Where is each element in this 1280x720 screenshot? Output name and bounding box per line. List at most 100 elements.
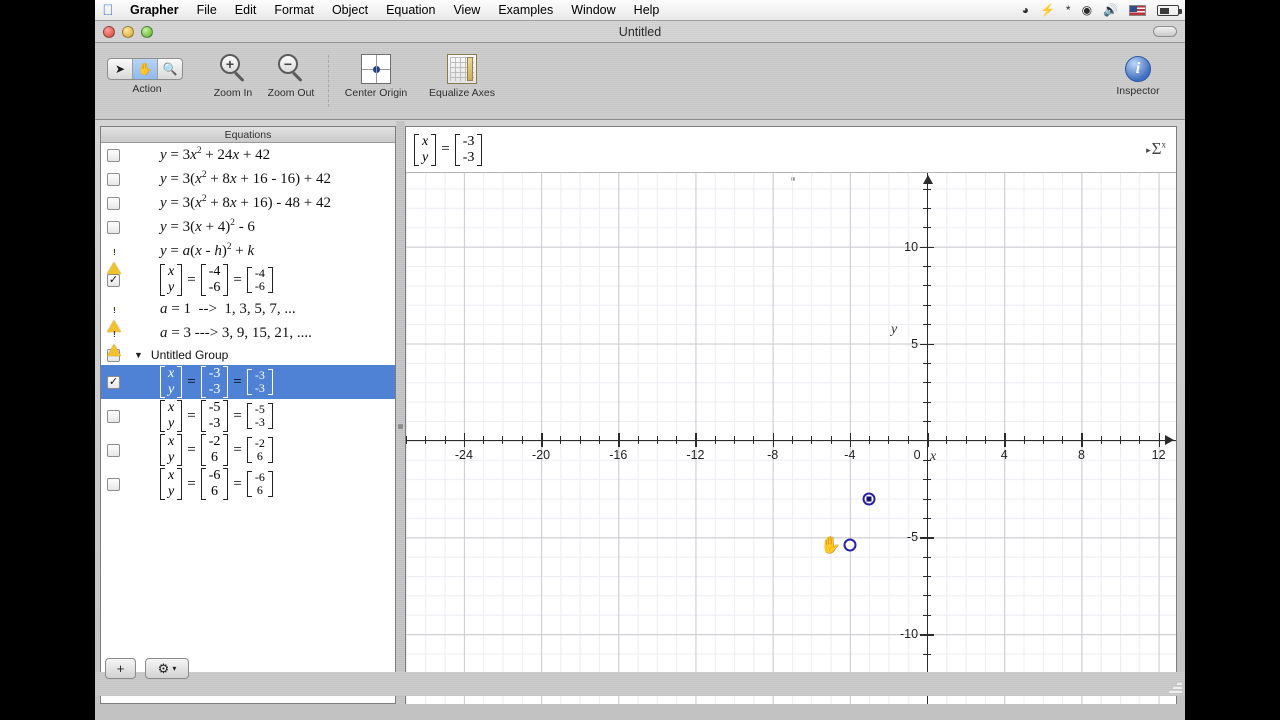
keyboard-flag-icon[interactable] xyxy=(1129,5,1146,16)
equation-checkbox[interactable] xyxy=(107,375,120,389)
action-tool-group: ➤ ✋ 🔍 Action xyxy=(107,58,187,95)
arrow-tool-segment[interactable]: ➤ xyxy=(108,59,133,79)
y-tick xyxy=(923,556,932,558)
x-tick xyxy=(483,436,485,445)
equation-row[interactable]: xy=-3-3=-3-3 xyxy=(101,365,395,399)
y-tick xyxy=(923,576,932,578)
center-origin-button[interactable]: Center Origin xyxy=(333,54,419,99)
column-vector: xy xyxy=(160,264,183,296)
equals-sign: = xyxy=(233,373,242,390)
column-vector: -5 -3 xyxy=(200,400,229,432)
volume-icon[interactable]: 🔊 xyxy=(1103,0,1118,21)
plot-canvas[interactable]: -24 -20 -16 -12 -8 -4 0 4 8 12 -10 -5 5 10 x y ✋ xyxy=(406,173,1176,704)
zoom-out-label: Zoom Out xyxy=(267,87,315,99)
equation-group-header[interactable]: ▼ Untitled Group xyxy=(101,345,395,365)
action-segmented-control[interactable]: ➤ ✋ 🔍 xyxy=(107,58,183,80)
equation-checkbox[interactable] xyxy=(107,409,120,423)
menu-item-equation[interactable]: Equation xyxy=(377,0,444,21)
zoom-tool-segment[interactable]: 🔍 xyxy=(158,59,182,79)
equation-checkbox[interactable] xyxy=(107,196,120,210)
splitter-grip[interactable] xyxy=(398,424,403,429)
menu-item-format[interactable]: Format xyxy=(265,0,323,21)
spotlight-icon[interactable]: ◕ xyxy=(1022,0,1029,21)
equation-row[interactable]: xy=-4-6=-4-6 xyxy=(101,263,395,297)
add-equation-button[interactable]: + xyxy=(105,658,136,679)
bluetooth-icon[interactable]: * xyxy=(1066,0,1071,21)
y-tick xyxy=(920,537,935,539)
disclosure-triangle-icon[interactable]: ▼ xyxy=(134,350,143,360)
column-vector: -6 6 xyxy=(200,468,229,500)
equation-row[interactable]: y = 3(x2 + 8x + 16) - 48 + 42 xyxy=(101,191,395,215)
x-tick-label: -20 xyxy=(532,448,551,463)
column-vector: xy xyxy=(160,434,183,466)
hand-tool-segment[interactable]: ✋ xyxy=(133,59,158,79)
x-tick xyxy=(946,436,948,445)
x-tick xyxy=(1004,433,1006,448)
equation-checkbox[interactable] xyxy=(107,172,120,186)
equation-checkbox[interactable] xyxy=(107,148,120,162)
equalize-axes-icon xyxy=(447,54,477,84)
inspector-button[interactable]: i Inspector xyxy=(1103,56,1173,97)
equation-row[interactable]: y = 3(x2 + 8x + 16 - 16) + 42 xyxy=(101,167,395,191)
wifi-icon[interactable]: ◉ xyxy=(1082,0,1092,21)
y-tick xyxy=(920,246,935,249)
equation-row[interactable]: ! y = a(x - h)2 + k xyxy=(101,239,395,274)
equation-checkbox[interactable] xyxy=(107,443,120,457)
equals-sign: = xyxy=(441,141,450,157)
equation-row[interactable]: x y = -6 6 = -6 6 xyxy=(101,467,395,501)
apple-logo-icon[interactable]:  xyxy=(95,3,121,18)
resize-grip[interactable] xyxy=(1168,679,1182,693)
equation-row[interactable]: y = 3x2 + 24x + 42 xyxy=(101,143,395,167)
equation-checkbox[interactable] xyxy=(107,273,120,287)
menu-item-grapher[interactable]: Grapher xyxy=(121,0,188,21)
equation-edit-bar[interactable]: xy = -3 -3 ▸Σx xyxy=(406,127,1176,173)
sigma-palette-icon[interactable]: ▸Σx xyxy=(1146,139,1166,159)
equation-row[interactable]: x y = -5 -3 = -5 -3 xyxy=(101,399,395,433)
battery-icon[interactable] xyxy=(1157,5,1182,16)
menu-item-edit[interactable]: Edit xyxy=(226,0,266,21)
menu-item-file[interactable]: File xyxy=(188,0,226,21)
x-tick xyxy=(502,436,504,445)
equation-checkbox[interactable] xyxy=(107,220,120,234)
equation-row[interactable]: ! a = 1 --> 1, 3, 5, 7, ... xyxy=(101,297,395,332)
x-tick-label: 4 xyxy=(1000,448,1008,463)
x-tick xyxy=(965,436,967,445)
x-tick xyxy=(1158,433,1161,448)
warning-icon: ! xyxy=(107,244,122,274)
lightning-icon[interactable]: ⚡ xyxy=(1040,0,1055,21)
y-tick xyxy=(923,304,932,306)
equation-content: x y = -5 -3 = -5 -3 xyxy=(126,400,273,432)
y-tick xyxy=(923,498,932,500)
y-tick xyxy=(923,188,932,190)
equals-sign: = xyxy=(187,475,196,492)
equalize-axes-button[interactable]: Equalize Axes xyxy=(415,54,509,99)
menu-item-help[interactable]: Help xyxy=(625,0,669,21)
toolbar-separator xyxy=(328,55,329,107)
equals-sign: = xyxy=(233,441,242,458)
window-titlebar[interactable]: Untitled xyxy=(95,21,1185,43)
zoom-out-button[interactable]: − Zoom Out xyxy=(261,54,321,99)
y-tick xyxy=(923,382,932,384)
x-tick xyxy=(830,436,832,445)
settings-menu-button[interactable]: ⚙ ▾ xyxy=(145,658,189,679)
equation-checkbox[interactable] xyxy=(107,477,120,491)
equalize-axes-label: Equalize Axes xyxy=(429,87,495,99)
menu-item-object[interactable]: Object xyxy=(323,0,377,21)
equation-row[interactable]: x y = -2 6 = -2 6 xyxy=(101,433,395,467)
menu-item-window[interactable]: Window xyxy=(562,0,624,21)
equation-row[interactable]: y = 3(x + 4)2 - 6 xyxy=(101,215,395,239)
main-toolbar: ➤ ✋ 🔍 Action + Zoom In − Zoom Out Center… xyxy=(95,43,1185,120)
equation-row[interactable]: ! a = 3 ---> 3, 9, 15, 21, .... xyxy=(101,321,395,356)
menu-item-examples[interactable]: Examples xyxy=(489,0,562,21)
x-tick xyxy=(637,436,639,445)
selected-point[interactable] xyxy=(862,492,876,506)
y-tick xyxy=(923,401,932,403)
zoom-in-button[interactable]: + Zoom In xyxy=(203,54,263,99)
screen:  Grapher File Edit Format Object Equati… xyxy=(0,0,1280,720)
panel-splitter[interactable] xyxy=(396,121,405,704)
equals-sign: = xyxy=(187,407,196,424)
toolbar-toggle-button[interactable] xyxy=(1153,26,1177,37)
equations-list[interactable]: y = 3x2 + 24x + 42 y = 3(x2 + 8x + 16 - 1… xyxy=(101,143,395,501)
menu-item-view[interactable]: View xyxy=(444,0,489,21)
plot-point[interactable] xyxy=(843,538,857,552)
